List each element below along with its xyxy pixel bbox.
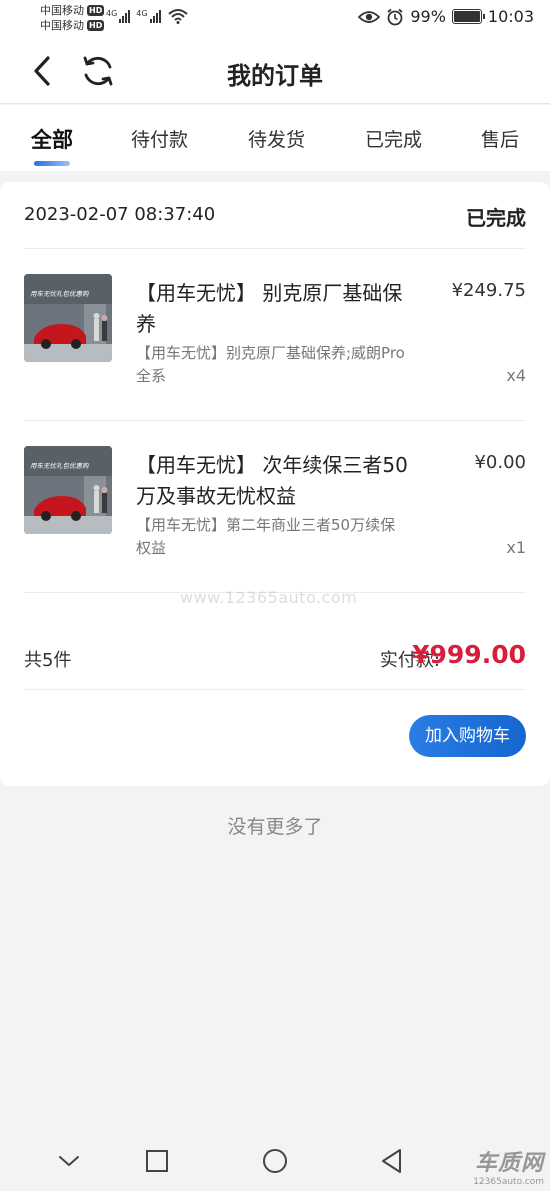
hd-badge-2: HD bbox=[87, 20, 105, 31]
carrier-info: 中国移动 HD 中国移动 HD bbox=[40, 3, 105, 33]
divider bbox=[24, 248, 526, 249]
signal-icon: 4G bbox=[106, 9, 131, 23]
home-button[interactable] bbox=[260, 1146, 290, 1176]
product-thumbnail: 用车无忧礼包优惠购 bbox=[24, 274, 112, 362]
status-bar: 中国移动 HD 中国移动 HD 4G 4G 99% 10:03 bbox=[0, 0, 550, 38]
paid-amount: ¥999.00 bbox=[412, 640, 526, 669]
item-title: 【用车无忧】 次年续保三者50万及事故无忧权益 bbox=[136, 453, 408, 508]
tab-pending-payment[interactable]: 待付款 bbox=[131, 125, 188, 152]
order-item[interactable]: 用车无忧礼包优惠购 【用车无忧】 次年续保三者50万及事故无忧权益 【用车无忧】… bbox=[0, 422, 550, 592]
status-right: 99% 10:03 bbox=[358, 7, 534, 26]
eye-icon bbox=[358, 10, 381, 23]
watermark: www.12365auto.com bbox=[180, 588, 358, 607]
tab-after-sales[interactable]: 售后 bbox=[481, 125, 519, 152]
tab-completed[interactable]: 已完成 bbox=[365, 125, 422, 152]
svg-text:用车无忧礼包优惠购: 用车无忧礼包优惠购 bbox=[30, 290, 90, 298]
clock-time: 10:03 bbox=[487, 7, 534, 26]
corner-watermark-logo: 车质网 12365auto.com bbox=[473, 1151, 544, 1187]
chevron-down-icon[interactable] bbox=[54, 1146, 84, 1176]
signal-icon: 4G bbox=[136, 9, 161, 23]
order-time: 2023-02-07 08:37:40 bbox=[24, 204, 216, 225]
item-description: 【用车无忧】第二年商业三者50万续保权益 bbox=[136, 516, 396, 557]
svg-text:用车无忧礼包优惠购: 用车无忧礼包优惠购 bbox=[30, 462, 90, 470]
back-nav-button[interactable] bbox=[377, 1146, 407, 1176]
divider bbox=[24, 420, 526, 421]
battery-icon bbox=[451, 9, 485, 24]
order-tabs: 全部 待付款 待发货 已完成 售后 bbox=[0, 105, 550, 171]
carrier-name-1: 中国移动 bbox=[40, 4, 84, 17]
no-more-text: 没有更多了 bbox=[227, 816, 323, 838]
hd-badge-1: HD bbox=[87, 5, 105, 16]
tab-all[interactable]: 全部 bbox=[31, 124, 73, 154]
wifi-icon bbox=[168, 9, 188, 24]
tab-pending-shipment[interactable]: 待发货 bbox=[248, 125, 305, 152]
page-title: 我的订单 bbox=[227, 62, 323, 90]
item-price: ¥0.00 bbox=[474, 452, 526, 473]
divider bbox=[24, 689, 526, 690]
order-item[interactable]: 用车无忧礼包优惠购 【用车无忧】 别克原厂基础保养 【用车无忧】别克原厂基础保养… bbox=[0, 250, 550, 420]
item-description: 【用车无忧】别克原厂基础保养;威朗Pro全系 bbox=[136, 344, 405, 385]
order-card[interactable]: 2023-02-07 08:37:40 已完成 用车无忧礼包优惠购 【用车无忧】… bbox=[0, 182, 550, 786]
product-thumbnail: 用车无忧礼包优惠购 bbox=[24, 446, 112, 534]
item-title: 【用车无忧】 别克原厂基础保养 bbox=[136, 281, 403, 336]
alarm-icon bbox=[387, 8, 403, 25]
item-price: ¥249.75 bbox=[451, 280, 526, 301]
app-header: 我的订单 bbox=[0, 38, 550, 104]
tab-active-indicator bbox=[34, 161, 70, 166]
total-item-count: 共5件 bbox=[24, 650, 72, 671]
system-nav-bar: 车质网 12365auto.com bbox=[0, 1132, 550, 1191]
item-quantity: x1 bbox=[506, 538, 526, 557]
recent-apps-button[interactable] bbox=[142, 1146, 172, 1176]
order-status: 已完成 bbox=[466, 206, 526, 230]
add-to-cart-button[interactable]: 加入购物车 bbox=[409, 715, 526, 757]
carrier-name-2: 中国移动 bbox=[40, 19, 84, 32]
item-quantity: x4 bbox=[506, 366, 526, 385]
battery-percent: 99% bbox=[410, 7, 446, 26]
signal-indicators: 4G 4G bbox=[106, 9, 161, 23]
